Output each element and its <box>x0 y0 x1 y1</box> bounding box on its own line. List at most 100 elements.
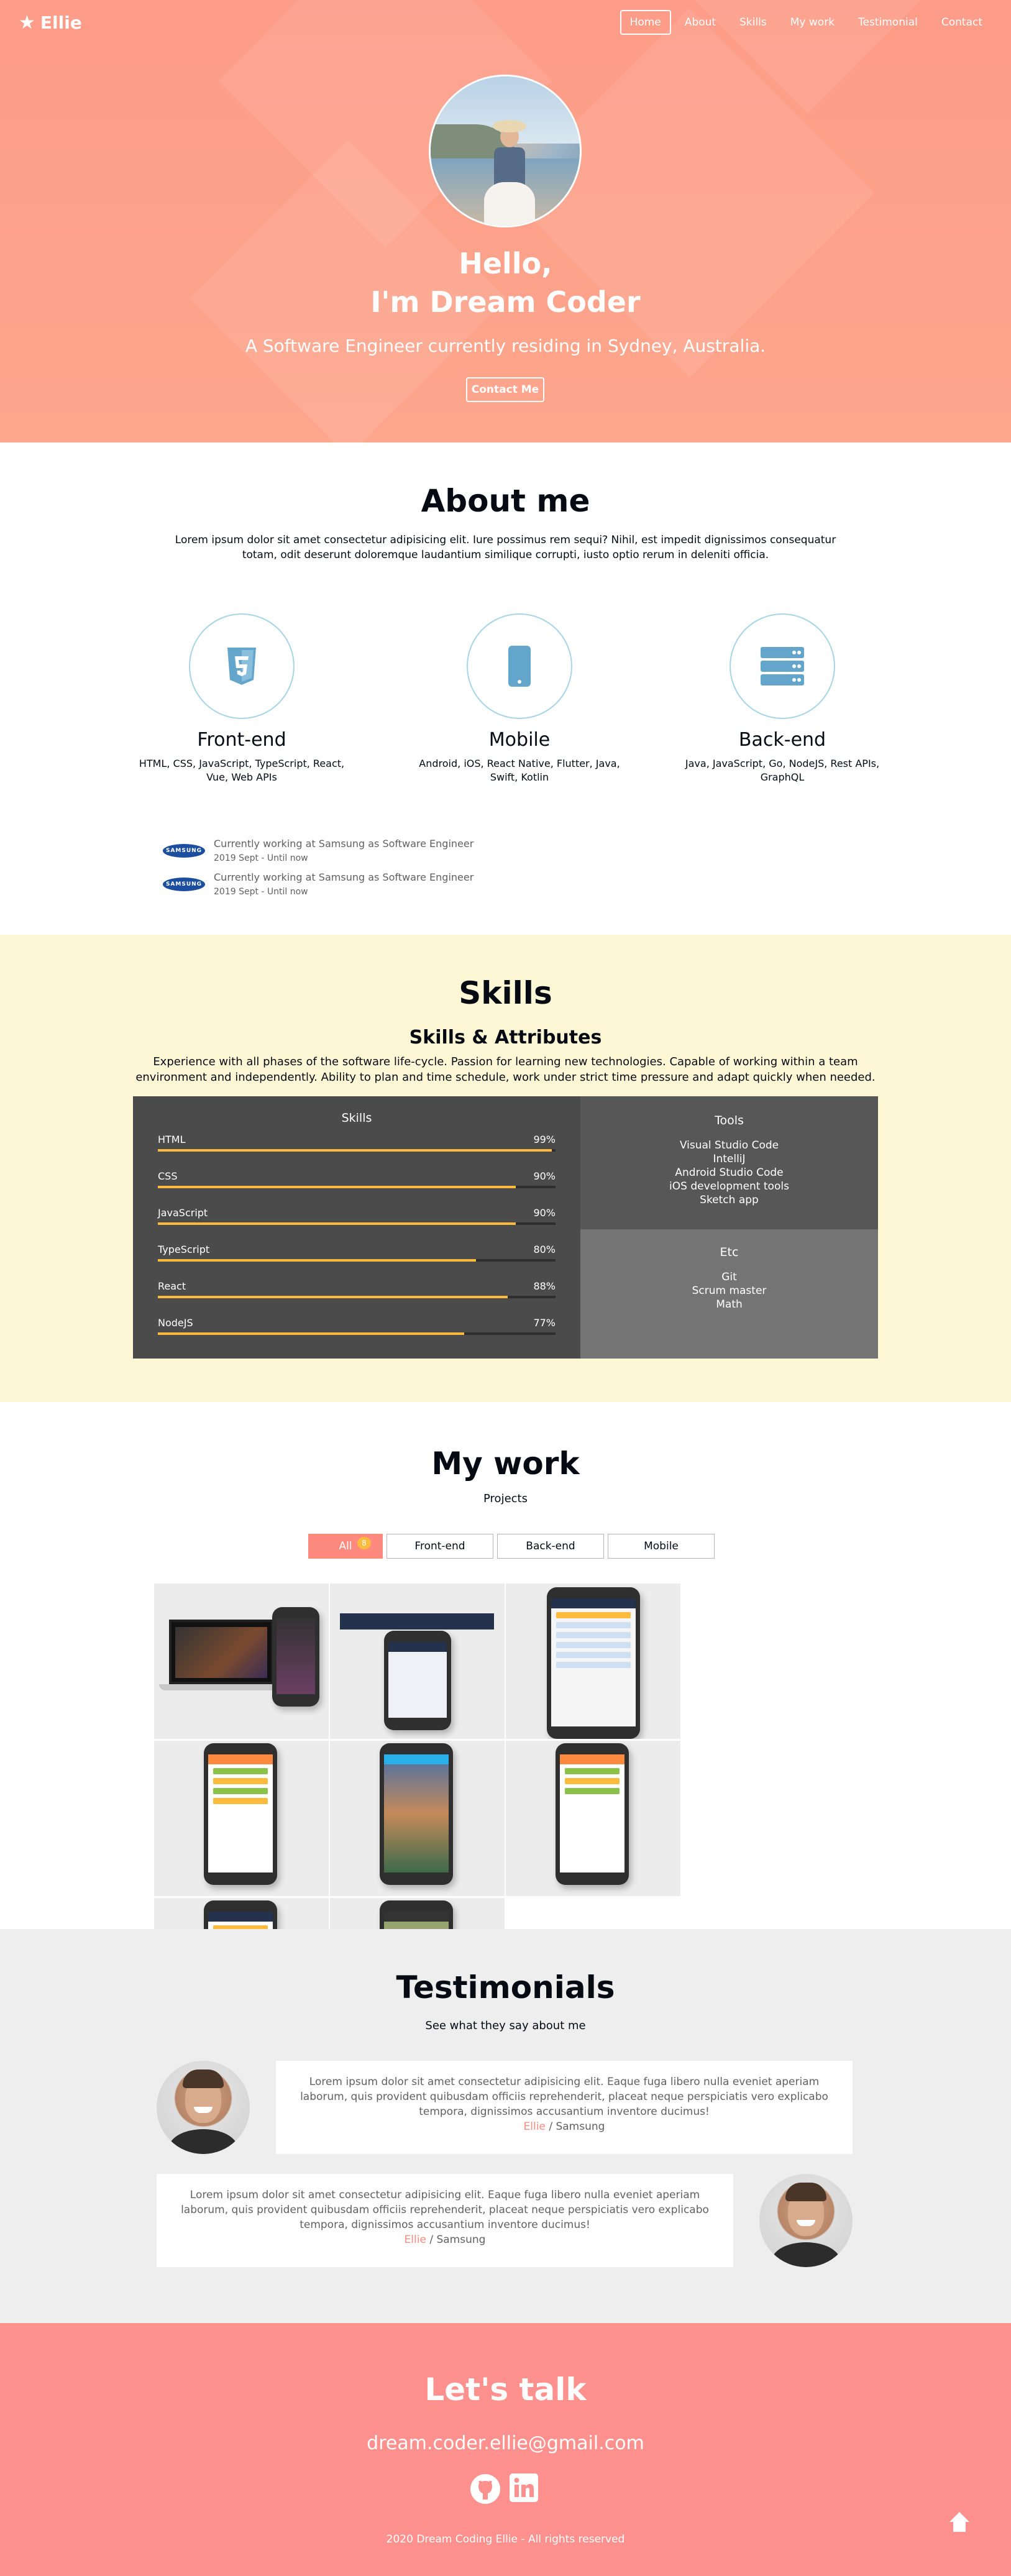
category-back-end-button[interactable]: Back-end <box>497 1534 604 1559</box>
samsung-logo: SAMSUNG <box>163 843 205 858</box>
project-thumbnail[interactable] <box>330 1584 505 1739</box>
skills-section: Skills Skills & Attributes Experience wi… <box>0 935 1011 1402</box>
menu-item-contact[interactable]: Contact <box>931 10 992 35</box>
skills-description: Experience with all phases of the softwa… <box>135 1055 876 1084</box>
job-period: 2019 Sept - Until now <box>214 853 308 863</box>
skill-row: NodeJS 77% <box>158 1317 556 1335</box>
major-mobile: Mobile Android, iOS, React Native, Flutt… <box>414 613 625 784</box>
skill-coding-title: Skills <box>341 1111 372 1125</box>
linkedin-icon[interactable] <box>510 2473 547 2507</box>
about-description: Lorem ipsum dolor sit amet consectetur a… <box>175 534 836 561</box>
testimonial-bubble: Lorem ipsum dolor sit amet consectetur a… <box>276 2061 853 2154</box>
testimonials-subtitle: See what they say about me <box>425 2019 586 2032</box>
contact-section: Let's talk dream.coder.ellie@gmail.com 2… <box>0 2323 1011 2576</box>
category-front-end-button[interactable]: Front-end <box>387 1534 493 1559</box>
copyright: 2020 Dream Coding Ellie - All rights res… <box>386 2533 625 2546</box>
project-thumbnail[interactable] <box>506 1741 680 1896</box>
testimonial-avatar <box>759 2174 853 2267</box>
testimonial-avatar <box>157 2061 250 2154</box>
tool-item: Android Studio Code <box>675 1167 784 1179</box>
skills-subtitle: Skills & Attributes <box>409 1027 602 1048</box>
project-thumbnail[interactable] <box>154 1741 329 1896</box>
major-description: HTML, CSS, JavaScript, TypeScript, React… <box>139 758 345 783</box>
skill-bar <box>158 1332 556 1335</box>
skill-bar <box>158 1259 556 1262</box>
skill-percent: 88% <box>533 1280 556 1292</box>
samsung-logo: SAMSUNG <box>163 877 205 891</box>
menu-item-work[interactable]: My work <box>780 10 844 35</box>
about-section: About me Lorem ipsum dolor sit amet cons… <box>0 442 1011 935</box>
major-title: Mobile <box>488 729 551 751</box>
major-title: Front-end <box>197 729 286 751</box>
logo-text: Ellie <box>40 12 82 33</box>
project-thumbnail[interactable] <box>330 1741 505 1896</box>
menu-item-about[interactable]: About <box>675 10 726 35</box>
testimonial-company: / Samsung <box>545 2120 605 2133</box>
project-thumbnail[interactable] <box>154 1584 329 1739</box>
testimonial-text: Lorem ipsum dolor sit amet consectetur a… <box>300 2076 828 2118</box>
skill-percent: 90% <box>533 1170 556 1182</box>
testimonial-name[interactable]: Ellie <box>405 2234 426 2246</box>
skills-title: Skills <box>459 975 552 1011</box>
menu-item-home[interactable]: Home <box>620 10 671 35</box>
skill-name: React <box>158 1280 186 1292</box>
category-mobile-button[interactable]: Mobile <box>608 1534 715 1559</box>
skill-name: JavaScript <box>158 1207 208 1219</box>
menu-item-testimonial[interactable]: Testimonial <box>848 10 928 35</box>
skill-row: React 88% <box>158 1280 556 1298</box>
skill-row: JavaScript 90% <box>158 1207 556 1225</box>
category-count: 8 <box>357 1537 371 1549</box>
etc-title: Etc <box>720 1245 739 1259</box>
category-label: All <box>339 1540 352 1552</box>
work-section: My work Projects All 8 Front-end Back-en… <box>0 1402 1011 2053</box>
testimonial-bubble: Lorem ipsum dolor sit amet consectetur a… <box>157 2174 733 2267</box>
testimonials-title: Testimonials <box>396 1969 615 2005</box>
contact-me-button[interactable]: Contact Me <box>466 377 544 402</box>
skill-right-panel: Tools Visual Studio Code IntelliJ Androi… <box>580 1096 878 1359</box>
skill-bar-fill <box>158 1222 516 1225</box>
menu-item-skills[interactable]: Skills <box>730 10 777 35</box>
job-item: SAMSUNG Currently working at Samsung as … <box>163 838 473 863</box>
tool-item: IntelliJ <box>713 1153 746 1165</box>
home-title: Hello, I'm Dream Coder <box>0 244 1011 321</box>
job-period: 2019 Sept - Until now <box>214 887 308 897</box>
skill-bar-fill <box>158 1259 476 1262</box>
category-filters: All 8 Front-end Back-end Mobile <box>308 1534 718 1559</box>
tool-item: Sketch app <box>700 1194 759 1206</box>
about-title: About me <box>421 483 590 519</box>
skill-bar <box>158 1296 556 1298</box>
skill-bar <box>158 1222 556 1225</box>
etc-item: Git <box>721 1271 737 1283</box>
star-icon: ★ <box>19 11 35 34</box>
testimonial-name[interactable]: Ellie <box>524 2120 546 2133</box>
category-all-button[interactable]: All 8 <box>308 1534 383 1559</box>
testimonial: Lorem ipsum dolor sit amet consectetur a… <box>157 2061 854 2154</box>
contact-title: Let's talk <box>424 2372 587 2408</box>
navbar: ★ Ellie Home About Skills My work Testim… <box>0 0 1011 45</box>
home-description: A Software Engineer currently residing i… <box>245 336 766 356</box>
skill-name: CSS <box>158 1170 178 1182</box>
skill-bar-fill <box>158 1296 508 1298</box>
server-icon <box>730 613 835 719</box>
home-section: Hello, I'm Dream Coder A Software Engine… <box>0 0 1011 442</box>
skill-name: HTML <box>158 1134 186 1145</box>
tools-title: Tools <box>715 1114 744 1127</box>
contact-links <box>470 2473 547 2507</box>
scroll-to-top-button[interactable] <box>936 2498 983 2546</box>
home-title-line2: I'm Dream Coder <box>370 285 641 319</box>
skill-row: HTML 99% <box>158 1134 556 1152</box>
navbar-logo[interactable]: ★ Ellie <box>19 12 82 34</box>
job-name: Currently working at Samsung as Software… <box>214 838 474 850</box>
navbar-menu: Home About Skills My work Testimonial Co… <box>616 10 992 35</box>
etc-item: Scrum master <box>692 1285 767 1297</box>
project-thumbnail[interactable] <box>506 1584 680 1739</box>
tool-item: Visual Studio Code <box>679 1139 779 1152</box>
arrow-up-icon <box>949 2512 969 2532</box>
skill-percent: 99% <box>533 1134 556 1145</box>
github-icon[interactable] <box>470 2473 510 2507</box>
skill-bar-fill <box>158 1186 516 1188</box>
skill-name: NodeJS <box>158 1317 193 1329</box>
work-title: My work <box>431 1446 580 1482</box>
job-name: Currently working at Samsung as Software… <box>214 871 474 883</box>
skill-etc-panel: Etc Git Scrum master Math <box>580 1229 878 1359</box>
